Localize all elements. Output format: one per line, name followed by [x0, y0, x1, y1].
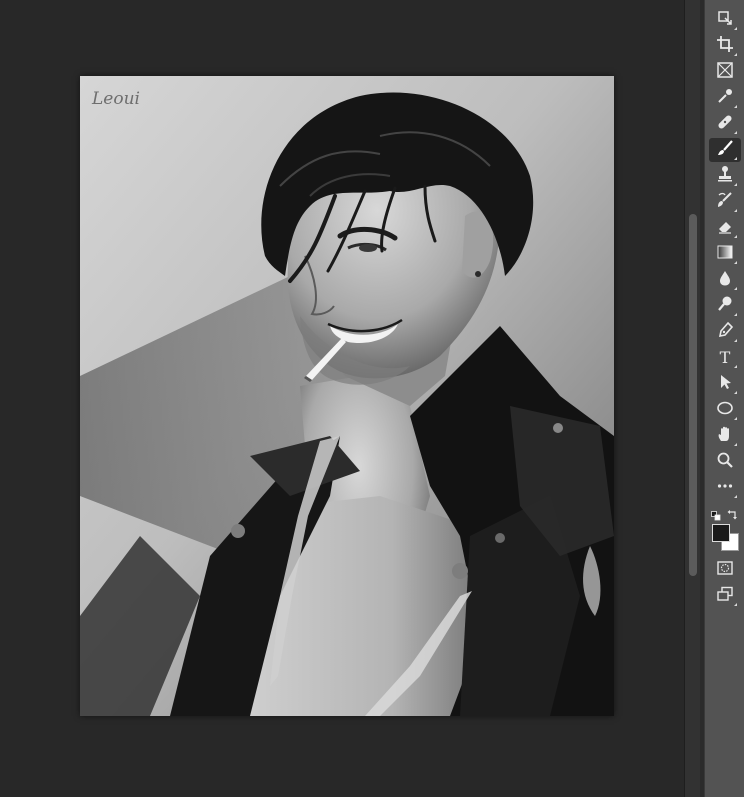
screen-mode-icon: [716, 585, 734, 607]
crop-icon: [716, 35, 734, 57]
tool-path-selection[interactable]: [709, 372, 741, 396]
submenu-indicator: [734, 313, 737, 316]
quick-mask-icon: [716, 559, 734, 581]
tools-panel: T: [704, 0, 744, 797]
submenu-indicator: [734, 495, 737, 498]
submenu-indicator: [734, 53, 737, 56]
submenu-indicator: [734, 209, 737, 212]
vertical-scrollbar[interactable]: [684, 0, 701, 797]
tool-more[interactable]: [709, 476, 741, 500]
tool-brush[interactable]: [709, 138, 741, 162]
scrollbar-thumb[interactable]: [689, 214, 697, 576]
stamp-icon: [716, 165, 734, 187]
more-icon: [716, 477, 734, 499]
tool-healing[interactable]: [709, 112, 741, 136]
eraser-icon: [716, 217, 734, 239]
zoom-icon: [716, 451, 734, 473]
tool-pen[interactable]: [709, 320, 741, 344]
tool-hand[interactable]: [709, 424, 741, 448]
artboard-icon: [716, 9, 734, 31]
color-swatches: [709, 504, 741, 552]
gradient-icon: [716, 243, 734, 265]
default-colors-icon[interactable]: [711, 506, 721, 521]
frame-icon: [716, 61, 734, 83]
submenu-indicator: [734, 417, 737, 420]
submenu-indicator: [734, 183, 737, 186]
submenu-indicator: [734, 105, 737, 108]
submenu-indicator: [734, 287, 737, 290]
arrow-icon: [716, 373, 734, 395]
dodge-icon: [716, 295, 734, 317]
history-brush-icon: [716, 191, 734, 213]
hand-icon: [716, 425, 734, 447]
tool-blur[interactable]: [709, 268, 741, 292]
swap-colors-icon[interactable]: [727, 505, 739, 520]
document-workspace: Leoui: [0, 0, 684, 797]
tool-ellipse[interactable]: [709, 398, 741, 422]
tool-frame[interactable]: [709, 60, 741, 84]
tool-history-brush[interactable]: [709, 190, 741, 214]
document-canvas[interactable]: Leoui: [80, 76, 614, 716]
brush-icon: [716, 139, 734, 161]
tool-type[interactable]: T: [709, 346, 741, 370]
eyedropper-icon: [716, 87, 734, 109]
submenu-indicator: [734, 391, 737, 394]
type-icon: T: [719, 348, 731, 367]
tool-quick-mask[interactable]: [709, 558, 741, 582]
droplet-icon: [716, 269, 734, 291]
tool-screen-mode[interactable]: [709, 584, 741, 608]
submenu-indicator: [734, 443, 737, 446]
foreground-color-swatch[interactable]: [712, 524, 730, 542]
artwork-image: Leoui: [80, 76, 614, 716]
bandage-icon: [716, 113, 734, 135]
submenu-indicator: [734, 27, 737, 30]
submenu-indicator: [734, 235, 737, 238]
tool-dodge[interactable]: [709, 294, 741, 318]
ellipse-icon: [716, 399, 734, 421]
tool-eraser[interactable]: [709, 216, 741, 240]
tool-crop[interactable]: [709, 34, 741, 58]
tool-zoom[interactable]: [709, 450, 741, 474]
submenu-indicator: [734, 261, 737, 264]
submenu-indicator: [734, 339, 737, 342]
tool-clone-stamp[interactable]: [709, 164, 741, 188]
submenu-indicator: [734, 365, 737, 368]
tool-artboard[interactable]: [709, 8, 741, 32]
pen-icon: [716, 321, 734, 343]
signature-text: Leoui: [91, 89, 140, 109]
submenu-indicator: [734, 131, 737, 134]
tool-eyedropper[interactable]: [709, 86, 741, 110]
submenu-indicator: [734, 603, 737, 606]
submenu-indicator: [734, 157, 737, 160]
tool-gradient[interactable]: [709, 242, 741, 266]
